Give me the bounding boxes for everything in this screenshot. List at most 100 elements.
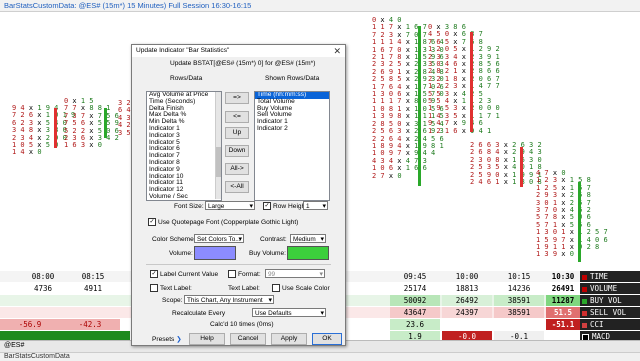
stats-cell: 18813 [455, 284, 479, 293]
contrast-select[interactable]: Medium [290, 234, 326, 244]
update-indicator-dialog: Update Indicator "Bar Statistics" ✕ Upda… [131, 44, 346, 346]
bid-volume: 1 6 3 [64, 141, 86, 150]
stats-cell: -42.3 [60, 319, 120, 330]
stats-cell: 23.6 [390, 319, 440, 330]
cancel-button[interactable]: Cancel [230, 333, 266, 345]
add-button[interactable]: => [225, 92, 249, 104]
footprint-column-left-2: 0 x 1 57 7 x 8 8 17 3 7 x 7 5 67 5 6 x 5… [64, 97, 119, 150]
list-item[interactable]: Volume / Sec [147, 193, 221, 200]
row-label-text: CCI [590, 320, 604, 329]
footprint-cell: 1 4 x 0 [12, 149, 75, 156]
bid-volume: 3 5 [118, 128, 131, 137]
format-select[interactable]: 99 [265, 269, 325, 279]
separator: x [85, 141, 98, 150]
bullet-icon [582, 298, 587, 304]
bullet-icon [582, 322, 587, 328]
recalc-label: Recalculate Every [172, 310, 226, 317]
text-label-1: Text Label: [160, 285, 192, 292]
row-height-checkbox[interactable]: ✓ [263, 202, 271, 210]
symbol-label[interactable]: @ES# [4, 342, 24, 349]
label-current-value-label: Label Current Value [160, 271, 219, 278]
ask-volume: 0 [397, 171, 402, 180]
separator: x [24, 148, 38, 157]
row-height-label: Row Height [273, 203, 308, 210]
add-all-button[interactable]: All-> [225, 163, 249, 175]
presets-label[interactable]: Presets ❯ [152, 335, 182, 343]
available-rows-list[interactable]: Avg Volume at Price Time (Seconds) Delta F… [146, 91, 222, 201]
footprint-cell: 2 4 6 1 x 1 8 0 8 [470, 178, 542, 187]
row-label-cci: CCI [580, 319, 640, 330]
ask-volume: 0 [569, 250, 574, 259]
format-checkbox[interactable] [228, 270, 236, 278]
row-label-time: TIME [580, 271, 640, 282]
ask-volume: 0 [37, 148, 42, 157]
recalc-select[interactable]: Use Defaults [252, 308, 326, 318]
list-item[interactable]: Indicator 2 [255, 125, 329, 133]
row-label-text: VOLUME [590, 284, 618, 293]
stats-cell: 50092 [390, 295, 440, 306]
move-up-button[interactable]: Up [225, 127, 249, 139]
quotepage-font-checkbox[interactable]: ✓ [148, 218, 156, 226]
row-label-text: SELL VOL [590, 308, 627, 317]
row-height-select[interactable]: 1 [303, 201, 328, 211]
footprint-cell: 3 5 [118, 128, 131, 137]
stats-cell: 14236 [507, 284, 531, 293]
remove-button[interactable]: <= [225, 111, 249, 123]
contrast-label: Contrast: [260, 236, 287, 243]
stats-cell: 10:30 [551, 272, 575, 281]
candle-bar [470, 32, 473, 132]
stats-cell: 08:15 [81, 272, 105, 281]
stats-cell: 10:00 [455, 272, 479, 281]
text-label-checkbox[interactable] [150, 284, 158, 292]
ask-volume: 1 6 6 [405, 164, 427, 173]
candle-bar [104, 108, 107, 138]
ask-volume: 9 4 1 [470, 126, 492, 135]
separator: x [384, 171, 398, 180]
presets-text: Presets [152, 336, 175, 343]
candle-bar [418, 26, 421, 186]
row-label-text: BUY VOL [590, 296, 622, 305]
scope-select[interactable]: This Chart, Any Instrument [184, 295, 274, 305]
text-label-2: Text Label: [228, 285, 260, 292]
bullet-icon [582, 310, 587, 316]
move-down-button[interactable]: Down [225, 145, 249, 157]
label-current-value-checkbox[interactable]: ✓ [150, 270, 158, 278]
stats-cell: 10:15 [507, 272, 531, 281]
row-label-text: TIME [590, 272, 609, 281]
stats-cell: 08:00 [31, 272, 55, 281]
apply-button[interactable]: Apply [271, 333, 307, 345]
chevron-down-icon[interactable]: ❯ [176, 336, 182, 343]
separator: x [457, 126, 471, 135]
stats-cell: 09:45 [403, 272, 427, 281]
volume-color-label: Volume: [169, 250, 193, 257]
rows-header: Rows/Data [170, 75, 203, 82]
stats-cell: 11287 [546, 295, 580, 306]
bullet-icon [582, 286, 587, 292]
bid-volume: 1 2 1 6 [428, 126, 458, 135]
candle-bar [520, 147, 523, 187]
row-label-buyvol: BUY VOL [580, 295, 640, 306]
bid-volume: 2 4 6 1 [470, 178, 500, 187]
buy-volume-color-label: Buy Volume: [249, 250, 287, 257]
separator: x [499, 178, 513, 187]
buy-volume-color-swatch[interactable] [287, 246, 329, 260]
stats-cell: 26491 [551, 284, 575, 293]
font-size-label: Font Size: [174, 203, 204, 210]
dialog-titlebar: Update Indicator "Bar Statistics" ✕ [132, 45, 345, 57]
footprint-column-mid-2: 0 x 3 8 64 5 0 x 6 8 77 6 5 x 7 6 81 2 0… [428, 23, 500, 135]
font-size-select[interactable]: Large [205, 201, 255, 211]
shown-rows-list[interactable]: Time (hh:mm:ss) Total Volume Buy Volume Sel… [254, 91, 330, 201]
bullet-icon [582, 274, 587, 280]
rows-scrollbar[interactable] [215, 92, 221, 199]
help-button[interactable]: Help [189, 333, 225, 345]
bid-volume: 1 3 9 [536, 250, 558, 259]
volume-color-swatch[interactable] [194, 246, 236, 260]
use-scale-color-checkbox[interactable] [272, 284, 280, 292]
format-label: Format: [238, 271, 261, 278]
color-scheme-select[interactable]: Set Colors To... [194, 234, 244, 244]
stats-cell: 4911 [83, 284, 103, 293]
dialog-subtitle: Update BSTAT[@ES# (15m*) 0] for @ES# (15… [170, 60, 316, 67]
close-icon[interactable]: ✕ [333, 45, 341, 57]
ok-button[interactable]: OK [312, 333, 342, 345]
remove-all-button[interactable]: <-All [225, 181, 249, 193]
